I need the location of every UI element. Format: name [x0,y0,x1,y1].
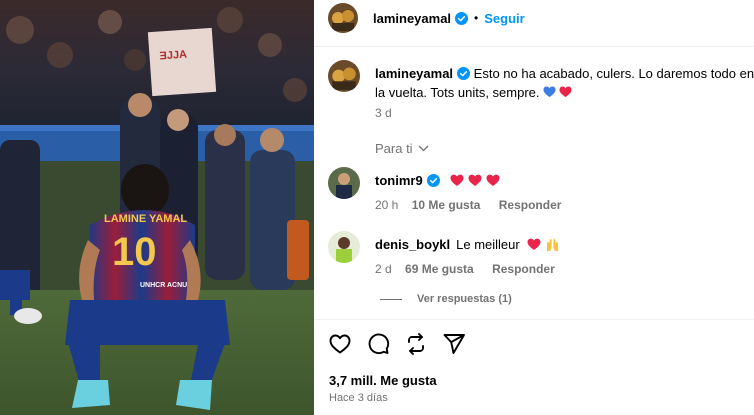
jersey-number: 10 [112,230,157,274]
commenter-username[interactable]: denis_boykl [375,237,450,252]
red-heart-icon [468,174,482,186]
share-send-icon[interactable] [442,332,466,356]
actions-divider [314,319,754,320]
comment-meta: 2 d 69 Me gusta Responder [375,262,555,276]
like-heart-icon[interactable] [328,332,352,356]
comment-likes[interactable]: 10 Me gusta [412,198,481,212]
header-divider [314,46,754,47]
caption-time: 3 d [375,106,392,120]
caption-line-1: Esto no ha acabado, culers. Lo daremos t… [473,66,754,81]
jersey-name: LAMINE YAMAL [104,213,187,225]
comment-sort-dropdown[interactable]: Para ti [375,141,429,156]
comment-line: tonimr9 [375,173,500,188]
commenter-avatar[interactable] [328,167,360,199]
caption-line-2: la vuelta. Tots units, sempre. [375,85,540,100]
comment-time: 2 d [375,262,392,276]
raised-hands-icon [546,238,558,251]
comment-sort-label: Para ti [375,141,413,156]
post-photo-image: ƎJJA LAMINE YAMAL 10 UNHCR ACNUR [0,0,314,415]
red-heart-icon [486,174,500,186]
svg-text:ƎJJA: ƎJJA [159,49,187,63]
likes-count[interactable]: 3,7 mill. Me gusta [329,373,437,388]
verified-badge-icon [457,67,471,80]
red-heart-icon [559,86,572,98]
replies-line [380,298,402,300]
view-replies-button[interactable]: Ver respuestas (1) [380,293,512,305]
post-photo[interactable]: ƎJJA LAMINE YAMAL 10 UNHCR ACNUR [0,0,314,415]
follow-button[interactable]: Seguir [484,11,524,26]
commenter-username[interactable]: tonimr9 [375,173,423,188]
reply-button[interactable]: Responder [492,262,555,276]
comment-likes[interactable]: 69 Me gusta [405,262,474,276]
comment-line: denis_boykl Le meilleur [375,237,560,252]
reply-button[interactable]: Responder [499,198,562,212]
caption-author[interactable]: lamineyamal [375,66,453,81]
comment-body: Le meilleur [456,237,520,252]
red-heart-icon [527,238,541,250]
author-username[interactable]: lamineyamal [373,11,451,26]
separator-dot: • [474,11,479,25]
comment-meta: 20 h 10 Me gusta Responder [375,198,561,212]
post-header: lamineyamal • Seguir [328,2,525,34]
blue-heart-icon [543,86,556,98]
commenter-avatar[interactable] [328,231,360,263]
jersey-sponsor: UNHCR ACNUR [140,282,192,289]
comment-bubble-icon[interactable] [366,332,390,356]
verified-badge-icon [426,174,440,187]
caption-text: lamineyamal Esto no ha acabado, culers. … [375,64,754,102]
post-date: Hace 3 días [329,392,388,404]
post-actions [328,332,480,356]
post-side-panel: lamineyamal • Seguir lamineyamal Esto no… [314,0,754,415]
repost-icon[interactable] [404,332,428,356]
author-avatar[interactable] [328,3,358,33]
verified-badge-icon [455,11,469,25]
view-replies-label: Ver respuestas (1) [417,293,512,305]
red-heart-icon [450,174,464,186]
chevron-down-icon [418,145,429,152]
comment-time: 20 h [375,198,399,212]
caption-author-avatar[interactable] [328,60,360,92]
